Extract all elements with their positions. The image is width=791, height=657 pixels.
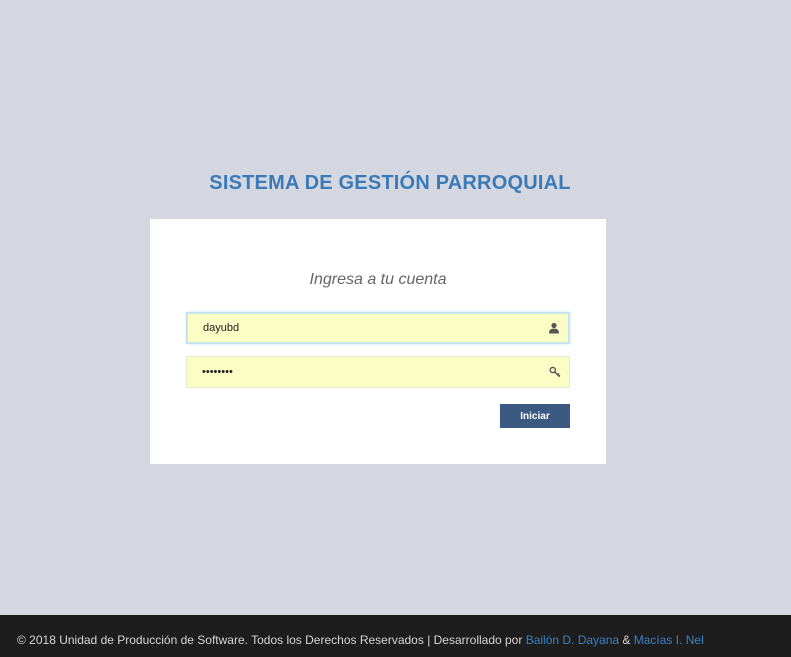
key-icon	[549, 366, 561, 378]
login-button[interactable]: Iniciar	[500, 404, 570, 428]
login-page: SISTEMA DE GESTIÓN PARROQUIAL Ingresa a …	[0, 0, 791, 657]
username-field[interactable]	[186, 312, 570, 344]
password-input[interactable]	[187, 357, 569, 387]
footer-copyright: © 2018 Unidad de Producción de Software.…	[17, 633, 526, 647]
user-icon	[549, 322, 559, 334]
footer: © 2018 Unidad de Producción de Software.…	[0, 615, 791, 657]
username-input[interactable]	[188, 314, 568, 342]
footer-separator: &	[619, 633, 634, 647]
login-card: Ingresa a tu cuenta Iniciar	[150, 219, 606, 464]
login-subtitle: Ingresa a tu cuenta	[309, 271, 447, 288]
page-title: SISTEMA DE GESTIÓN PARROQUIAL	[209, 172, 571, 194]
author1-link[interactable]: Bailón D. Dayana	[526, 633, 619, 647]
author2-link[interactable]: Macías I. Nel	[634, 633, 704, 647]
password-field[interactable]	[186, 356, 570, 388]
